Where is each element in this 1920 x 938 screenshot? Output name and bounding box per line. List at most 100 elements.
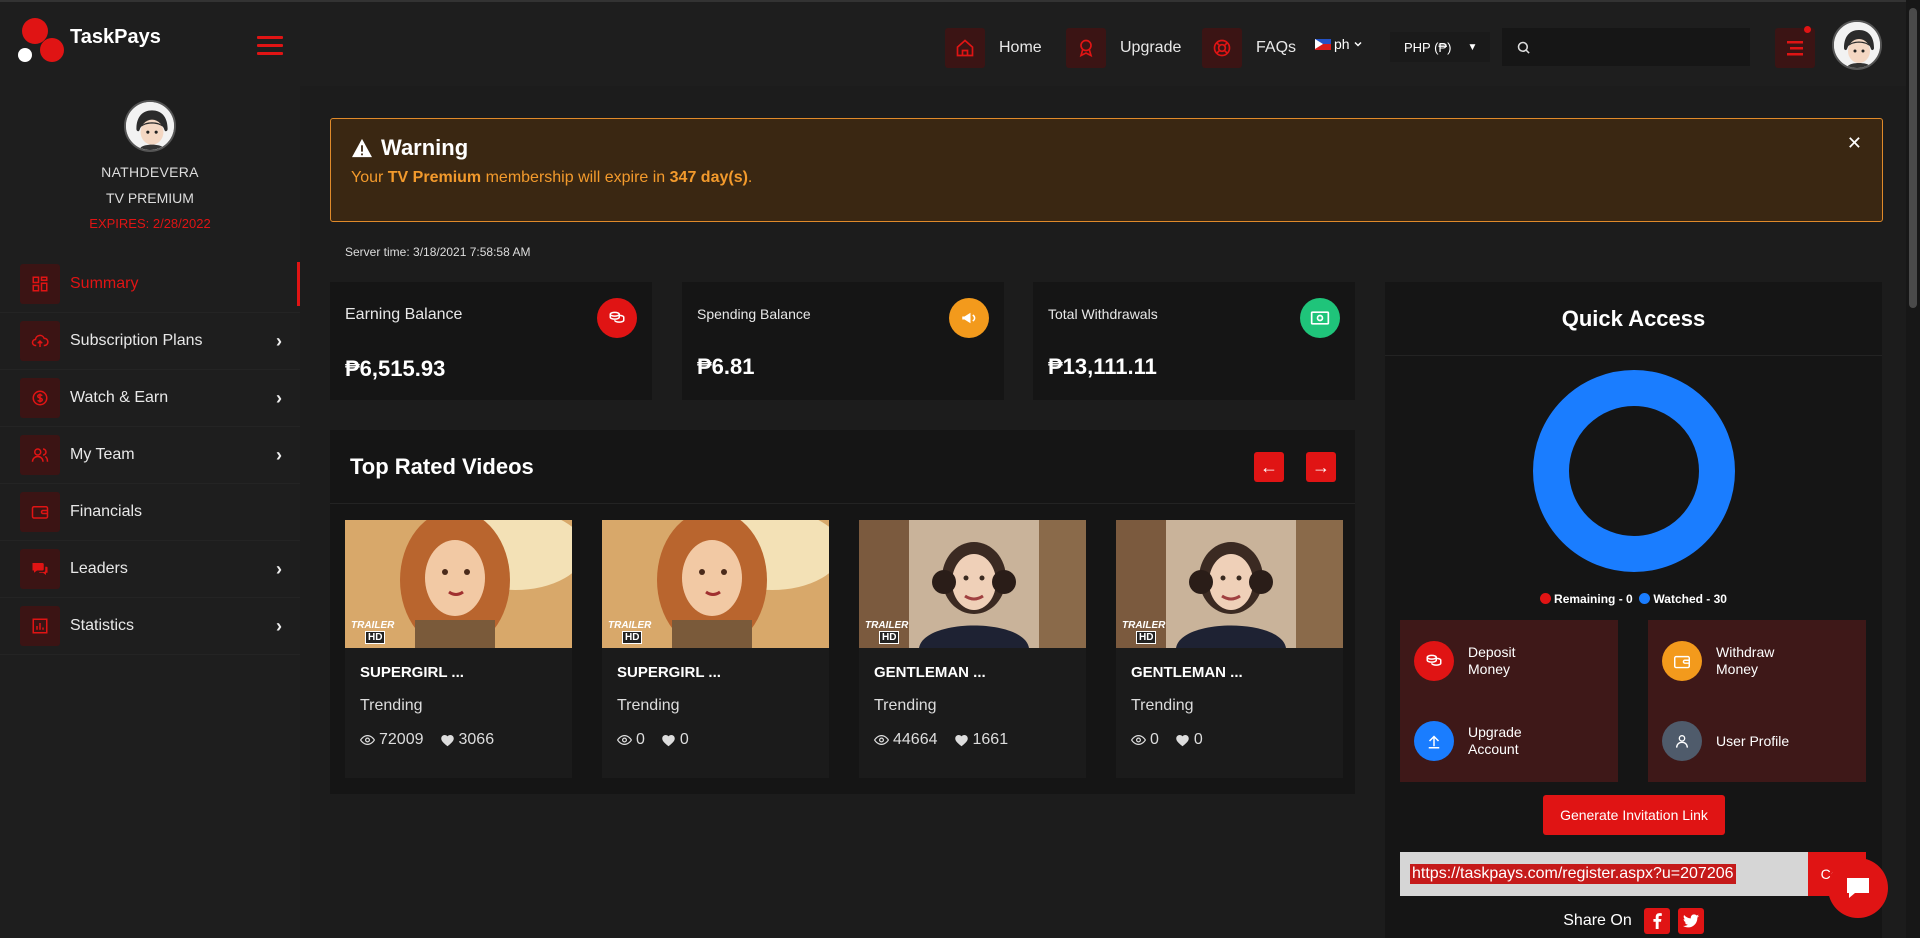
warning-msg-prefix: Your xyxy=(351,169,388,186)
earning-balance-card: Earning Balance ₱6,515.93 xyxy=(330,282,652,400)
trailer-badge-text: TRAILER xyxy=(351,620,395,631)
user-icon xyxy=(1662,721,1702,761)
video-card[interactable]: TRAILER HD GENTLEMAN ... Trending 0 0 xyxy=(1116,520,1343,778)
stat-label: Earning Balance xyxy=(345,306,463,323)
donut-legend: Remaining - 0 Watched - 30 xyxy=(1385,592,1882,606)
search-box[interactable] xyxy=(1502,28,1750,66)
language-selector[interactable]: ph xyxy=(1315,36,1363,52)
user-avatar[interactable] xyxy=(1832,20,1882,70)
sidebar-item-my-team[interactable]: My Team › xyxy=(0,427,300,484)
watch-progress-donut xyxy=(1533,370,1735,572)
trailer-badge: TRAILER HD xyxy=(1122,620,1165,644)
trailer-badge-text: TRAILER xyxy=(608,620,652,631)
panel-title: Top Rated Videos xyxy=(350,454,534,479)
video-category: Trending xyxy=(1131,697,1194,714)
withdraw-money-button[interactable]: Withdraw Money xyxy=(1648,620,1866,702)
video-card[interactable]: TRAILER HD SUPERGIRL ... Trending 0 0 xyxy=(602,520,829,778)
video-title: GENTLEMAN ... xyxy=(1131,664,1243,681)
nav-faqs[interactable]: FAQs xyxy=(1202,28,1296,68)
donut-watched-arc xyxy=(1533,370,1735,572)
share-row: Share On xyxy=(1385,908,1882,934)
invitation-link-field[interactable]: https://taskpays.com/register.aspx?u=207… xyxy=(1400,852,1808,896)
sidebar-item-label: Watch & Earn xyxy=(70,389,169,406)
heart-icon xyxy=(954,733,969,747)
chevron-right-icon: › xyxy=(276,559,282,579)
sidebar-item-summary[interactable]: Summary xyxy=(0,256,300,313)
profile-avatar[interactable] xyxy=(124,100,176,152)
deposit-money-button[interactable]: Deposit Money xyxy=(1400,620,1618,702)
prev-button[interactable]: ← xyxy=(1254,452,1284,482)
home-icon xyxy=(945,28,985,68)
sidebar-item-leaders[interactable]: Leaders › xyxy=(0,541,300,598)
nav-home[interactable]: Home xyxy=(945,28,1042,68)
heart-icon xyxy=(661,733,676,747)
summary-icon xyxy=(20,264,60,304)
video-category: Trending xyxy=(617,697,680,714)
top-rated-videos-panel: Top Rated Videos ← → TRAILER HD SUPERGIRL… xyxy=(330,430,1355,794)
sidebar-item-label: Subscription Plans xyxy=(70,332,203,349)
sidebar-menu: Summary Subscription Plans › Watch & Ear… xyxy=(0,256,300,655)
profile-username: NATHDEVERA xyxy=(101,164,199,180)
facebook-icon[interactable] xyxy=(1643,908,1670,934)
warning-msg-middle: membership will expire in xyxy=(481,169,670,186)
video-thumbnail: TRAILER HD xyxy=(1116,520,1343,648)
chevron-down-icon xyxy=(1354,41,1362,47)
video-views: 0 xyxy=(1150,731,1159,748)
upgrade-account-label: Upgrade Account xyxy=(1468,724,1522,757)
warning-icon xyxy=(352,138,372,158)
wallet-icon xyxy=(1662,641,1702,681)
nav-upgrade[interactable]: Upgrade xyxy=(1066,28,1181,68)
heart-icon xyxy=(440,733,455,747)
warning-message: Your TV Premium membership will expire i… xyxy=(351,169,1862,187)
heart-icon xyxy=(1175,733,1190,747)
upgrade-account-button[interactable]: Upgrade Account xyxy=(1400,700,1618,782)
search-icon xyxy=(1517,41,1530,54)
sidebar-item-subscription-plans[interactable]: Subscription Plans › xyxy=(0,313,300,370)
generate-invitation-link-button[interactable]: Generate Invitation Link xyxy=(1543,795,1725,835)
eye-icon xyxy=(874,734,889,746)
share-on-label: Share On xyxy=(1563,912,1632,929)
sidebar-item-label: My Team xyxy=(70,446,135,463)
twitter-icon[interactable] xyxy=(1677,908,1704,934)
video-category: Trending xyxy=(360,697,423,714)
sidebar-item-financials[interactable]: Financials xyxy=(0,484,300,541)
user-profile-button[interactable]: User Profile xyxy=(1648,700,1866,782)
wallet-icon xyxy=(20,492,60,532)
video-likes: 0 xyxy=(1193,731,1203,748)
warning-alert: Warning Your TV Premium membership will … xyxy=(330,118,1883,222)
video-views: 72009 xyxy=(379,731,424,748)
video-card[interactable]: TRAILER HD GENTLEMAN ... Trending 44664 1… xyxy=(859,520,1086,778)
page-scrollbar[interactable] xyxy=(1906,0,1920,938)
search-input[interactable] xyxy=(1541,39,1741,55)
sidebar-item-watch-earn[interactable]: Watch & Earn › xyxy=(0,370,300,427)
video-thumbnail: TRAILER HD xyxy=(345,520,572,648)
notification-dot xyxy=(1804,26,1811,33)
nav-faqs-label: FAQs xyxy=(1256,39,1297,56)
warning-days: 347 day(s) xyxy=(669,169,748,186)
withdraw-money-label: Withdraw Money xyxy=(1716,644,1775,677)
sidebar: NATHDEVERA TV PREMIUM EXPIRES: 2/28/2022… xyxy=(0,86,300,938)
logo[interactable]: TaskPays xyxy=(18,18,161,64)
chat-button[interactable] xyxy=(1828,858,1888,918)
server-time: Server time: 3/18/2021 7:58:58 AM xyxy=(345,245,531,259)
sidebar-toggle-icon[interactable] xyxy=(257,36,283,55)
notifications-menu-button[interactable] xyxy=(1775,26,1815,68)
video-thumbnail: TRAILER HD xyxy=(602,520,829,648)
sidebar-item-statistics[interactable]: Statistics › xyxy=(0,598,300,655)
lifebuoy-icon xyxy=(1202,28,1242,68)
legend-watched: Watched - 30 xyxy=(1653,592,1727,606)
panel-header: Top Rated Videos ← → xyxy=(330,430,1355,504)
sidebar-item-label: Leaders xyxy=(70,560,128,577)
video-card[interactable]: TRAILER HD SUPERGIRL ... Trending 72009 3… xyxy=(345,520,572,778)
sidebar-item-label: Summary xyxy=(70,275,139,292)
trailer-badge-text: TRAILER xyxy=(1122,620,1166,631)
caret-down-icon: ▼ xyxy=(1467,41,1478,53)
close-icon[interactable]: ✕ xyxy=(1847,133,1862,154)
next-button[interactable]: → xyxy=(1306,452,1336,482)
currency-select[interactable]: PHP (₱) ▼ xyxy=(1390,32,1490,62)
bar-chart-icon xyxy=(20,606,60,646)
scrollbar-thumb[interactable] xyxy=(1909,8,1917,308)
trailer-badge: TRAILER HD xyxy=(865,620,908,644)
video-likes: 3066 xyxy=(458,731,495,748)
video-views: 44664 xyxy=(893,731,938,748)
